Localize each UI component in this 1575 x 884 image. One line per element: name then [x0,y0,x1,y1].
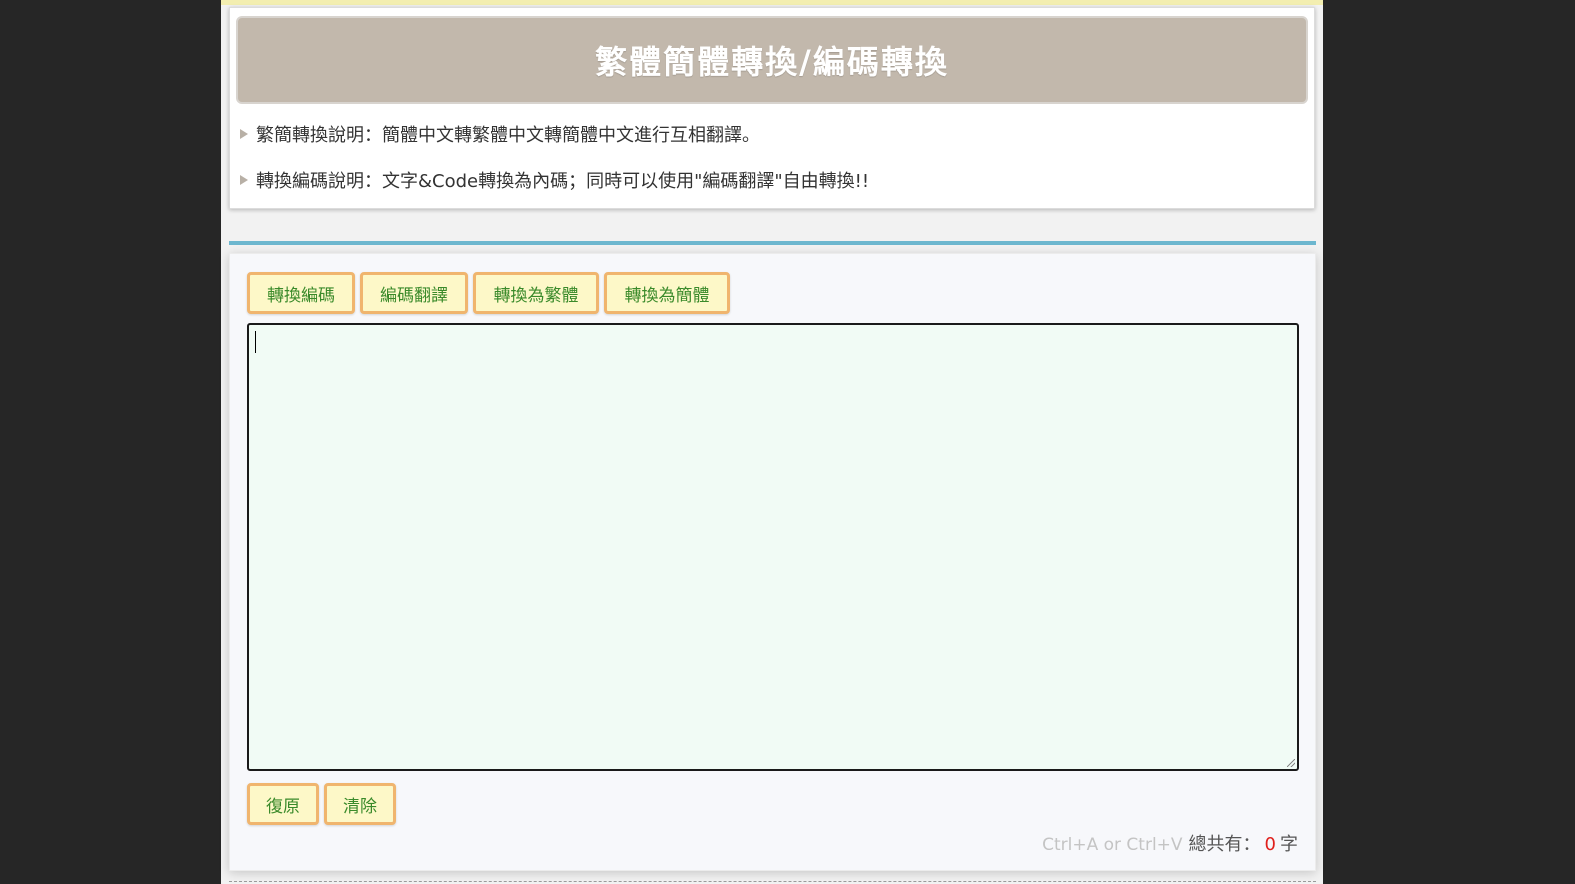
page-title: 繁體簡體轉換/編碼轉換 [595,43,949,81]
title-bar: 繁體簡體轉換/編碼轉換 [236,16,1308,104]
shortcut-hint: Ctrl+A or Ctrl+V [1042,835,1183,855]
note-encoding-text: 轉換編碼說明：文字&Code轉換為內碼；同時可以使用"編碼翻譯"自由轉換!! [256,171,870,192]
note-conversion-text: 繁簡轉換說明：簡體中文轉繁體中文轉簡體中文進行互相翻譯。 [256,125,760,146]
bullet-icon [240,129,248,139]
text-input-area[interactable] [247,323,1299,771]
page-container: 繁體簡體轉換/編碼轉換 繁簡轉換說明：簡體中文轉繁體中文轉簡體中文進行互相翻譯。… [221,0,1323,884]
counter-prefix: 總共有： [1188,834,1261,855]
convert-encoding-button[interactable]: 轉換編碼 [247,272,355,314]
character-counter: Ctrl+A or Ctrl+V 總共有： 0 字 [1042,830,1298,856]
to-traditional-button[interactable]: 轉換為繁體 [473,272,599,314]
resize-handle-icon[interactable] [1287,759,1295,767]
converter-panel: 轉換編碼 編碼翻譯 轉換為繁體 轉換為簡體 復原 清除 Ctrl+A or Ct… [229,253,1316,871]
text-caret [255,331,256,353]
section-divider [229,241,1316,245]
bullet-icon [240,175,248,185]
info-box: 繁體簡體轉換/編碼轉換 繁簡轉換說明：簡體中文轉繁體中文轉簡體中文進行互相翻譯。… [229,7,1315,209]
note-encoding: 轉換編碼說明：文字&Code轉換為內碼；同時可以使用"編碼翻譯"自由轉換!! [240,168,869,192]
character-count: 0 [1264,834,1276,855]
counter-suffix: 字 [1280,834,1298,855]
clear-button[interactable]: 清除 [324,783,396,825]
decode-translate-button[interactable]: 編碼翻譯 [360,272,468,314]
note-conversion: 繁簡轉換說明：簡體中文轉繁體中文轉簡體中文進行互相翻譯。 [240,122,760,146]
to-simplified-button[interactable]: 轉換為簡體 [604,272,730,314]
footer-divider [229,881,1316,882]
restore-button[interactable]: 復原 [247,783,319,825]
